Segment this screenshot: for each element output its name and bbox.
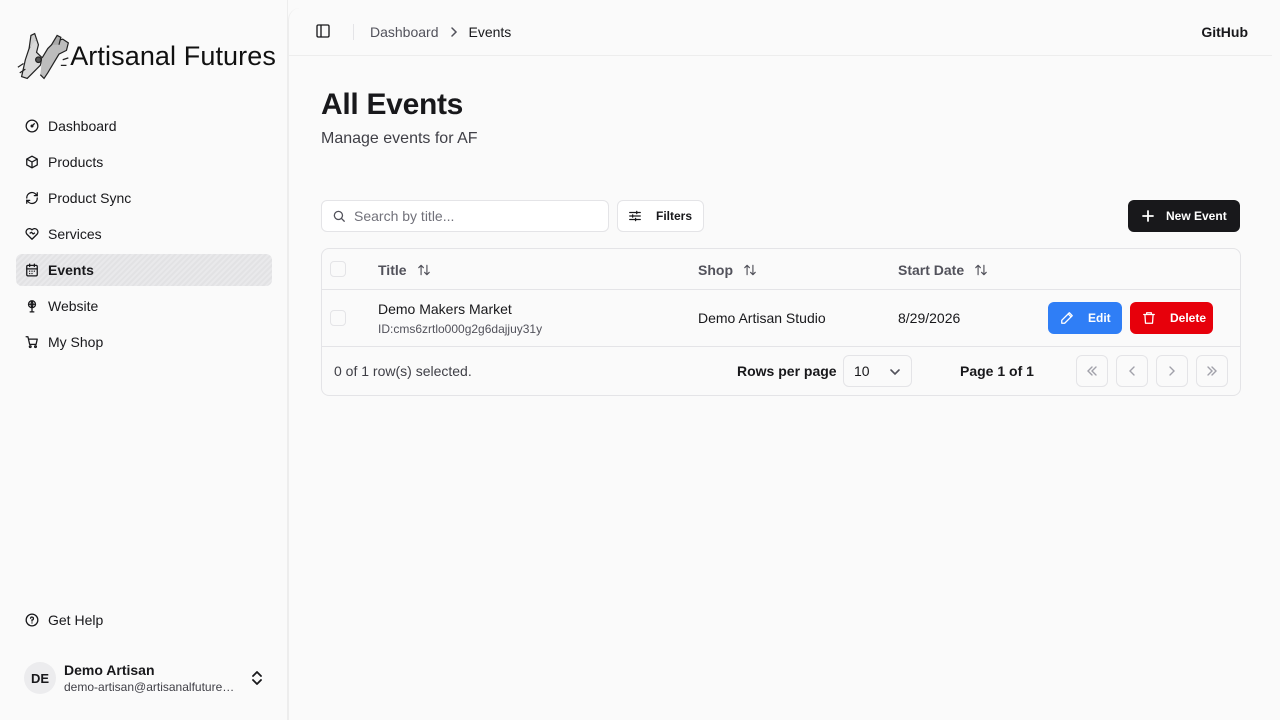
sidebar-toggle-icon[interactable]	[315, 23, 333, 41]
delete-label: Delete	[1170, 311, 1207, 325]
sidebar-item-label: My Shop	[48, 334, 104, 350]
sidebar-item-services[interactable]: Services	[16, 218, 272, 250]
rows-per-page-select[interactable]: 10	[843, 355, 912, 387]
pencil-icon	[1060, 311, 1088, 325]
sidebar-item-label: Services	[48, 226, 102, 242]
event-title: Demo Makers Market	[378, 301, 512, 317]
sidebar-item-label: Product Sync	[48, 190, 132, 206]
sidebar-item-label: Get Help	[48, 612, 104, 628]
chevron-right-icon	[449, 26, 459, 37]
help-circle-icon	[24, 612, 40, 628]
user-name: Demo Artisan	[64, 662, 155, 678]
sidebar: Artisanal Futures Dashboard Products Pro…	[0, 0, 288, 720]
top-bar: Dashboard Events GitHub	[289, 8, 1272, 56]
column-header-start-date[interactable]: Start Date	[898, 262, 988, 278]
sidebar-item-events[interactable]: Events	[16, 254, 272, 286]
avatar: DE	[24, 662, 56, 694]
event-id: ID:cms6zrtlo000g2g6dajjuy31y	[378, 322, 543, 336]
user-email: demo-artisan@artisanalfutures.org	[64, 680, 238, 694]
rows-per-page-value: 10	[854, 363, 870, 379]
page-subtitle: Manage events for AF	[321, 130, 478, 147]
chevron-right-icon	[1166, 365, 1178, 377]
filters-button[interactable]: Filters	[617, 200, 704, 232]
chevrons-left-icon	[1086, 365, 1098, 377]
last-page-button[interactable]	[1196, 355, 1228, 387]
table-footer: 0 of 1 row(s) selected. Rows per page 10…	[322, 347, 1240, 395]
trash-icon	[1142, 311, 1170, 325]
sidebar-nav: Dashboard Products Product Sync Services…	[16, 110, 272, 362]
row-checkbox[interactable]	[330, 310, 346, 326]
sidebar-item-dashboard[interactable]: Dashboard	[16, 110, 272, 142]
rows-per-page-label: Rows per page	[737, 363, 837, 379]
breadcrumb-dashboard[interactable]: Dashboard	[370, 24, 439, 40]
help-section: Get Help	[16, 604, 272, 640]
user-info: Demo Artisan demo-artisan@artisanalfutur…	[64, 661, 244, 695]
sort-icon	[407, 263, 431, 277]
package-icon	[24, 154, 40, 170]
breadcrumb-events: Events	[468, 23, 512, 40]
sort-icon	[964, 263, 988, 277]
brand-logo[interactable]: Artisanal Futures	[16, 30, 276, 82]
table-row[interactable]: Demo Makers Market ID:cms6zrtlo000g2g6da…	[322, 290, 1240, 347]
delete-button[interactable]: Delete	[1130, 302, 1213, 334]
edit-button[interactable]: Edit	[1048, 302, 1122, 334]
gauge-icon	[24, 118, 40, 134]
previous-page-button[interactable]	[1116, 355, 1148, 387]
first-page-button[interactable]	[1076, 355, 1108, 387]
column-header-shop[interactable]: Shop	[698, 262, 757, 278]
chevrons-right-icon	[1206, 365, 1218, 377]
page-info: Page 1 of 1	[960, 363, 1034, 379]
refresh-icon	[24, 190, 40, 206]
event-start-date: 8/29/2026	[898, 310, 961, 326]
globe-pin-icon	[24, 298, 40, 314]
search-icon	[332, 209, 346, 223]
filters-label: Filters	[656, 209, 693, 223]
sidebar-item-my-shop[interactable]: My Shop	[16, 326, 272, 358]
user-menu[interactable]: DE Demo Artisan demo-artisan@artisanalfu…	[16, 656, 272, 700]
sidebar-item-product-sync[interactable]: Product Sync	[16, 182, 272, 214]
github-link[interactable]: GitHub	[1201, 24, 1248, 40]
cart-icon	[24, 334, 40, 350]
select-all-checkbox[interactable]	[330, 261, 346, 277]
chevron-left-icon	[1126, 365, 1138, 377]
sidebar-item-label: Products	[48, 154, 104, 170]
next-page-button[interactable]	[1156, 355, 1188, 387]
hands-logo-icon	[17, 32, 70, 80]
sort-icon	[733, 263, 757, 277]
table-header: Title Shop Start Date	[322, 249, 1240, 290]
sidebar-item-label: Events	[48, 262, 94, 278]
heart-handshake-icon	[24, 226, 40, 242]
sidebar-item-website[interactable]: Website	[16, 290, 272, 322]
column-label: Shop	[698, 262, 733, 278]
divider	[353, 23, 354, 40]
search-input[interactable]	[354, 208, 594, 224]
column-label: Title	[378, 262, 407, 278]
chevrons-up-down-icon	[250, 670, 264, 686]
brand-name: Artisanal Futures	[70, 40, 276, 71]
sliders-icon	[628, 209, 656, 223]
sidebar-item-get-help[interactable]: Get Help	[16, 604, 272, 636]
selected-count: 0 of 1 row(s) selected.	[334, 363, 472, 379]
page-title: All Events	[321, 88, 464, 121]
main-content: Dashboard Events GitHub All Events Manag…	[288, 8, 1272, 720]
new-event-button[interactable]: New Event	[1128, 200, 1240, 232]
event-shop: Demo Artisan Studio	[698, 310, 826, 326]
search-box[interactable]	[321, 200, 609, 232]
column-label: Start Date	[898, 262, 965, 278]
edit-label: Edit	[1088, 311, 1111, 325]
column-header-title[interactable]: Title	[378, 262, 431, 278]
new-event-label: New Event	[1166, 209, 1227, 223]
sidebar-item-label: Dashboard	[48, 118, 117, 134]
calendar-icon	[24, 262, 40, 278]
sidebar-item-label: Website	[48, 298, 99, 314]
plus-icon	[1142, 210, 1166, 222]
sidebar-item-products[interactable]: Products	[16, 146, 272, 178]
events-table: Title Shop Start Date Demo Makers Market…	[321, 248, 1241, 396]
